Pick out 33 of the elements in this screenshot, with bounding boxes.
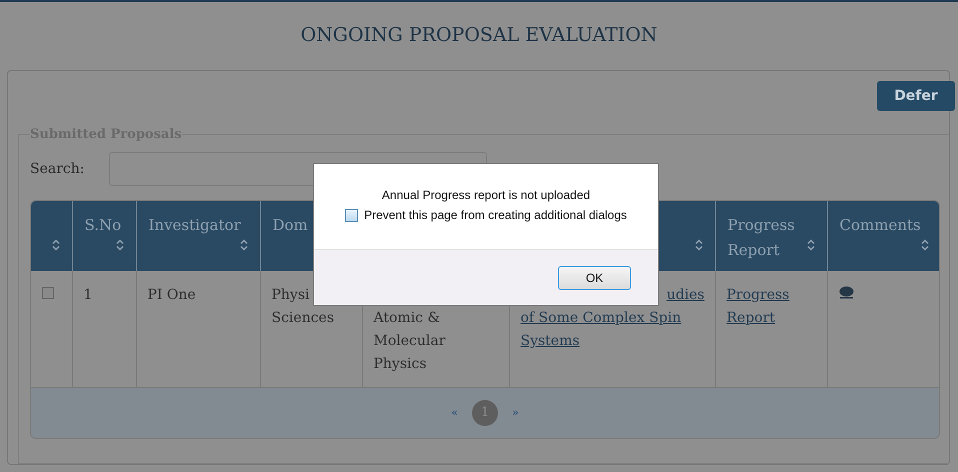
proposal-link[interactable]: Report	[726, 310, 776, 326]
sort-icon[interactable]	[920, 238, 928, 251]
sort-icon[interactable]	[806, 238, 814, 251]
column-header[interactable]: Investigator	[136, 200, 260, 271]
cell-text: Physics	[374, 354, 428, 374]
proposal-link[interactable]: of Some Complex Spin	[520, 310, 682, 326]
previous-page-link[interactable]: «	[451, 406, 458, 420]
search-label: Search:	[30, 160, 84, 177]
defer-button[interactable]: Defer	[877, 81, 955, 111]
sort-icon[interactable]	[116, 238, 124, 251]
dialog-message: Annual Progress report is not uploaded	[382, 188, 590, 202]
comment-icon[interactable]	[838, 286, 854, 299]
cell-text: Atomic &	[374, 308, 441, 328]
column-header[interactable]: Progress Report	[715, 200, 827, 271]
ok-button[interactable]: OK	[558, 266, 631, 290]
cell-text: 1	[84, 286, 94, 305]
checkbox-label: Prevent this page from creating additional dialogs	[364, 208, 627, 222]
sort-icon[interactable]	[694, 238, 702, 251]
proposal-link[interactable]: Systems	[520, 332, 580, 349]
proposal-link[interactable]: udies	[666, 286, 704, 303]
cell-text: PI One	[148, 286, 197, 305]
proposal-link[interactable]: Progress	[726, 286, 790, 303]
sort-icon[interactable]	[240, 238, 248, 251]
dialog-checkbox[interactable]	[345, 208, 358, 222]
cell-text: Physi	[272, 286, 311, 305]
column-header[interactable]: Comments	[827, 200, 939, 271]
row-checkbox[interactable]	[42, 286, 54, 299]
column-header[interactable]: S.No	[72, 200, 136, 271]
sort-icon[interactable]	[52, 238, 60, 251]
cell-text: Sciences	[272, 308, 336, 328]
cell-text: Molecular	[374, 332, 446, 351]
page-title: ONGOING PROPOSAL EVALUATION	[300, 23, 658, 48]
next-page-link[interactable]: »	[512, 406, 519, 420]
